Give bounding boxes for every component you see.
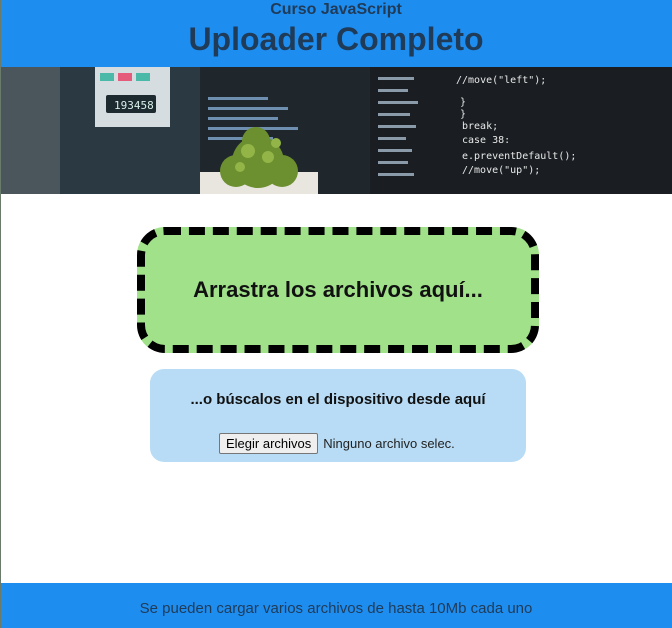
code-line-3: } bbox=[460, 109, 466, 120]
drop-zone[interactable]: Arrastra los archivos aquí... bbox=[137, 227, 539, 353]
page-header: Curso JavaScript Uploader Completo bbox=[0, 0, 672, 67]
page-title: Uploader Completo bbox=[188, 21, 484, 57]
left-border bbox=[0, 0, 1, 628]
code-line-6: e.preventDefault(); bbox=[462, 151, 576, 162]
code-line-2: } bbox=[460, 97, 466, 108]
code-line-4: break; bbox=[462, 121, 498, 132]
file-input[interactable]: Elegir archivos Ninguno archivo selec. bbox=[219, 433, 455, 454]
code-line-1: //move("left"); bbox=[456, 75, 546, 86]
file-status: Ninguno archivo selec. bbox=[323, 436, 455, 451]
file-picker-panel: ...o búscalos en el dispositivo desde aq… bbox=[150, 369, 526, 462]
footer-note: Se pueden cargar varios archivos de hast… bbox=[139, 600, 533, 617]
code-line-7: //move("up"); bbox=[462, 165, 540, 176]
banner-counter: 193458 bbox=[114, 99, 154, 112]
drop-zone-label: Arrastra los archivos aquí... bbox=[193, 277, 483, 302]
choose-files-button[interactable]: Elegir archivos bbox=[219, 433, 319, 454]
course-label: Curso JavaScript bbox=[270, 1, 402, 18]
code-line-5: case 38: bbox=[462, 135, 510, 146]
file-picker-label: ...o búscalos en el dispositivo desde aq… bbox=[190, 391, 486, 408]
page-footer: Se pueden cargar varios archivos de hast… bbox=[0, 583, 672, 628]
banner-illustration: 193458 //move("left"); } } break; case 3… bbox=[0, 67, 672, 194]
banner-image: 193458 //move("left"); } } break; case 3… bbox=[0, 67, 672, 194]
